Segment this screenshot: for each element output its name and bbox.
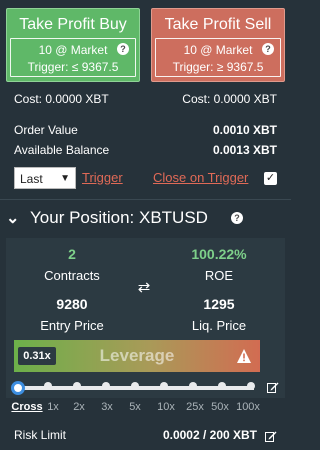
edit-icon[interactable] (267, 381, 279, 393)
roe-stat: 100.22% ROE (159, 246, 279, 283)
roe-label: ROE (204, 268, 234, 283)
trigger-controls: Last ▼ Trigger Close on Trigger ✓ (14, 167, 277, 189)
available-balance-label: Available Balance (14, 143, 110, 157)
position-panel: 2 Contracts 100.22% ROE ⇄ 9280 Entry Pri… (6, 238, 285, 398)
leverage-tick-100x[interactable]: 100x (236, 401, 260, 413)
leverage-tick-3x[interactable]: 3x (101, 401, 113, 413)
contracts-value: 2 (68, 246, 76, 262)
cost-row: Cost: 0.0000 XBT Cost: 0.0000 XBT (14, 92, 277, 108)
slider-stop[interactable] (160, 382, 168, 390)
slider-stop[interactable] (218, 382, 226, 390)
slider-stop[interactable] (102, 382, 110, 390)
leverage-tick-50x[interactable]: 50x (211, 401, 229, 413)
slider-stop[interactable] (189, 382, 197, 390)
take-profit-buy-title: Take Profit Buy (19, 16, 127, 33)
trigger-price-type-select[interactable]: Last ▼ (14, 167, 76, 189)
liq-price-label: Liq. Price (191, 318, 247, 333)
available-balance-row: Available Balance 0.0013 XBT (14, 143, 277, 159)
risk-limit-row: Risk Limit 0.0002 / 200 XBT (14, 428, 277, 444)
liq-price-stat: 1295 Liq. Price (159, 296, 279, 333)
take-profit-sell-title: Take Profit Sell (164, 16, 272, 33)
swap-arrows-icon[interactable]: ⇄ (136, 278, 152, 296)
dropdown-arrow-icon: ▼ (60, 173, 70, 184)
available-balance: 0.0013 XBT (212, 143, 277, 157)
entry-price-stat: 9280 Entry Price (12, 296, 132, 333)
slider-stop[interactable] (247, 382, 255, 390)
help-icon[interactable]: ? (231, 212, 243, 224)
entry-price-label: Entry Price (40, 318, 104, 333)
trigger-price-type-value: Last (20, 172, 43, 186)
leverage-bar: 0.31x Leverage (14, 340, 260, 372)
take-profit-sell-details: 10 @ Market Trigger: ≥ 9367.5 ? (155, 38, 281, 77)
leverage-tick-2x[interactable]: 2x (73, 401, 85, 413)
order-value-row: Order Value 0.0010 XBT (14, 123, 277, 139)
take-profit-buy-button[interactable]: Take Profit Buy 10 @ Market Trigger: ≤ 9… (6, 8, 140, 82)
take-profit-buttons: Take Profit Buy 10 @ Market Trigger: ≤ 9… (6, 8, 285, 82)
close-on-trigger-link[interactable]: Close on Trigger (153, 170, 248, 185)
order-value: 0.0010 XBT (212, 123, 277, 137)
leverage-tick-5x[interactable]: 5x (129, 401, 141, 413)
contracts-stat: 2 Contracts (12, 246, 132, 283)
contracts-label: Contracts (44, 268, 100, 283)
leverage-slider-handle[interactable] (11, 381, 25, 395)
entry-price-value: 9280 (56, 296, 88, 312)
help-icon[interactable]: ? (117, 43, 129, 55)
leverage-label: Leverage (99, 346, 175, 365)
risk-limit-label: Risk Limit (14, 428, 67, 442)
warning-icon (237, 349, 251, 363)
position-title: Your Position: XBTUSD (30, 208, 208, 227)
take-profit-buy-trigger: Trigger: ≤ 9367.5 (27, 60, 119, 74)
leverage-tick-cross[interactable]: Cross (11, 401, 42, 413)
chevron-down-icon[interactable]: ⌄ (6, 208, 19, 228)
slider-stop[interactable] (131, 382, 139, 390)
position-header[interactable]: ⌄ Your Position: XBTUSD ? (6, 206, 285, 230)
trigger-link[interactable]: Trigger (82, 170, 123, 185)
roe-value: 100.22% (191, 246, 247, 262)
liq-price-value: 1295 (203, 296, 235, 312)
order-value-label: Order Value (14, 123, 78, 137)
leverage-tick-10x[interactable]: 10x (157, 401, 175, 413)
buy-cost: Cost: 0.0000 XBT (14, 92, 109, 106)
leverage-tick-25x[interactable]: 25x (186, 401, 204, 413)
sell-cost: Cost: 0.0000 XBT (182, 92, 277, 106)
edit-icon[interactable] (265, 430, 277, 442)
help-icon[interactable]: ? (262, 43, 274, 55)
risk-limit-value: 0.0002 / 200 XBT (162, 428, 257, 442)
take-profit-buy-details: 10 @ Market Trigger: ≤ 9367.5 ? (10, 38, 136, 77)
divider (0, 199, 291, 200)
close-on-trigger-checkbox[interactable]: ✓ (264, 172, 277, 185)
take-profit-sell-button[interactable]: Take Profit Sell 10 @ Market Trigger: ≥ … (151, 8, 285, 82)
take-profit-sell-trigger: Trigger: ≥ 9367.5 (172, 60, 264, 74)
slider-stop[interactable] (44, 382, 52, 390)
leverage-tick-1x[interactable]: 1x (47, 401, 59, 413)
slider-stop[interactable] (73, 382, 81, 390)
leverage-tick-labels: Cross 1x 2x 3x 5x 10x 25x 50x 100x (0, 401, 291, 415)
